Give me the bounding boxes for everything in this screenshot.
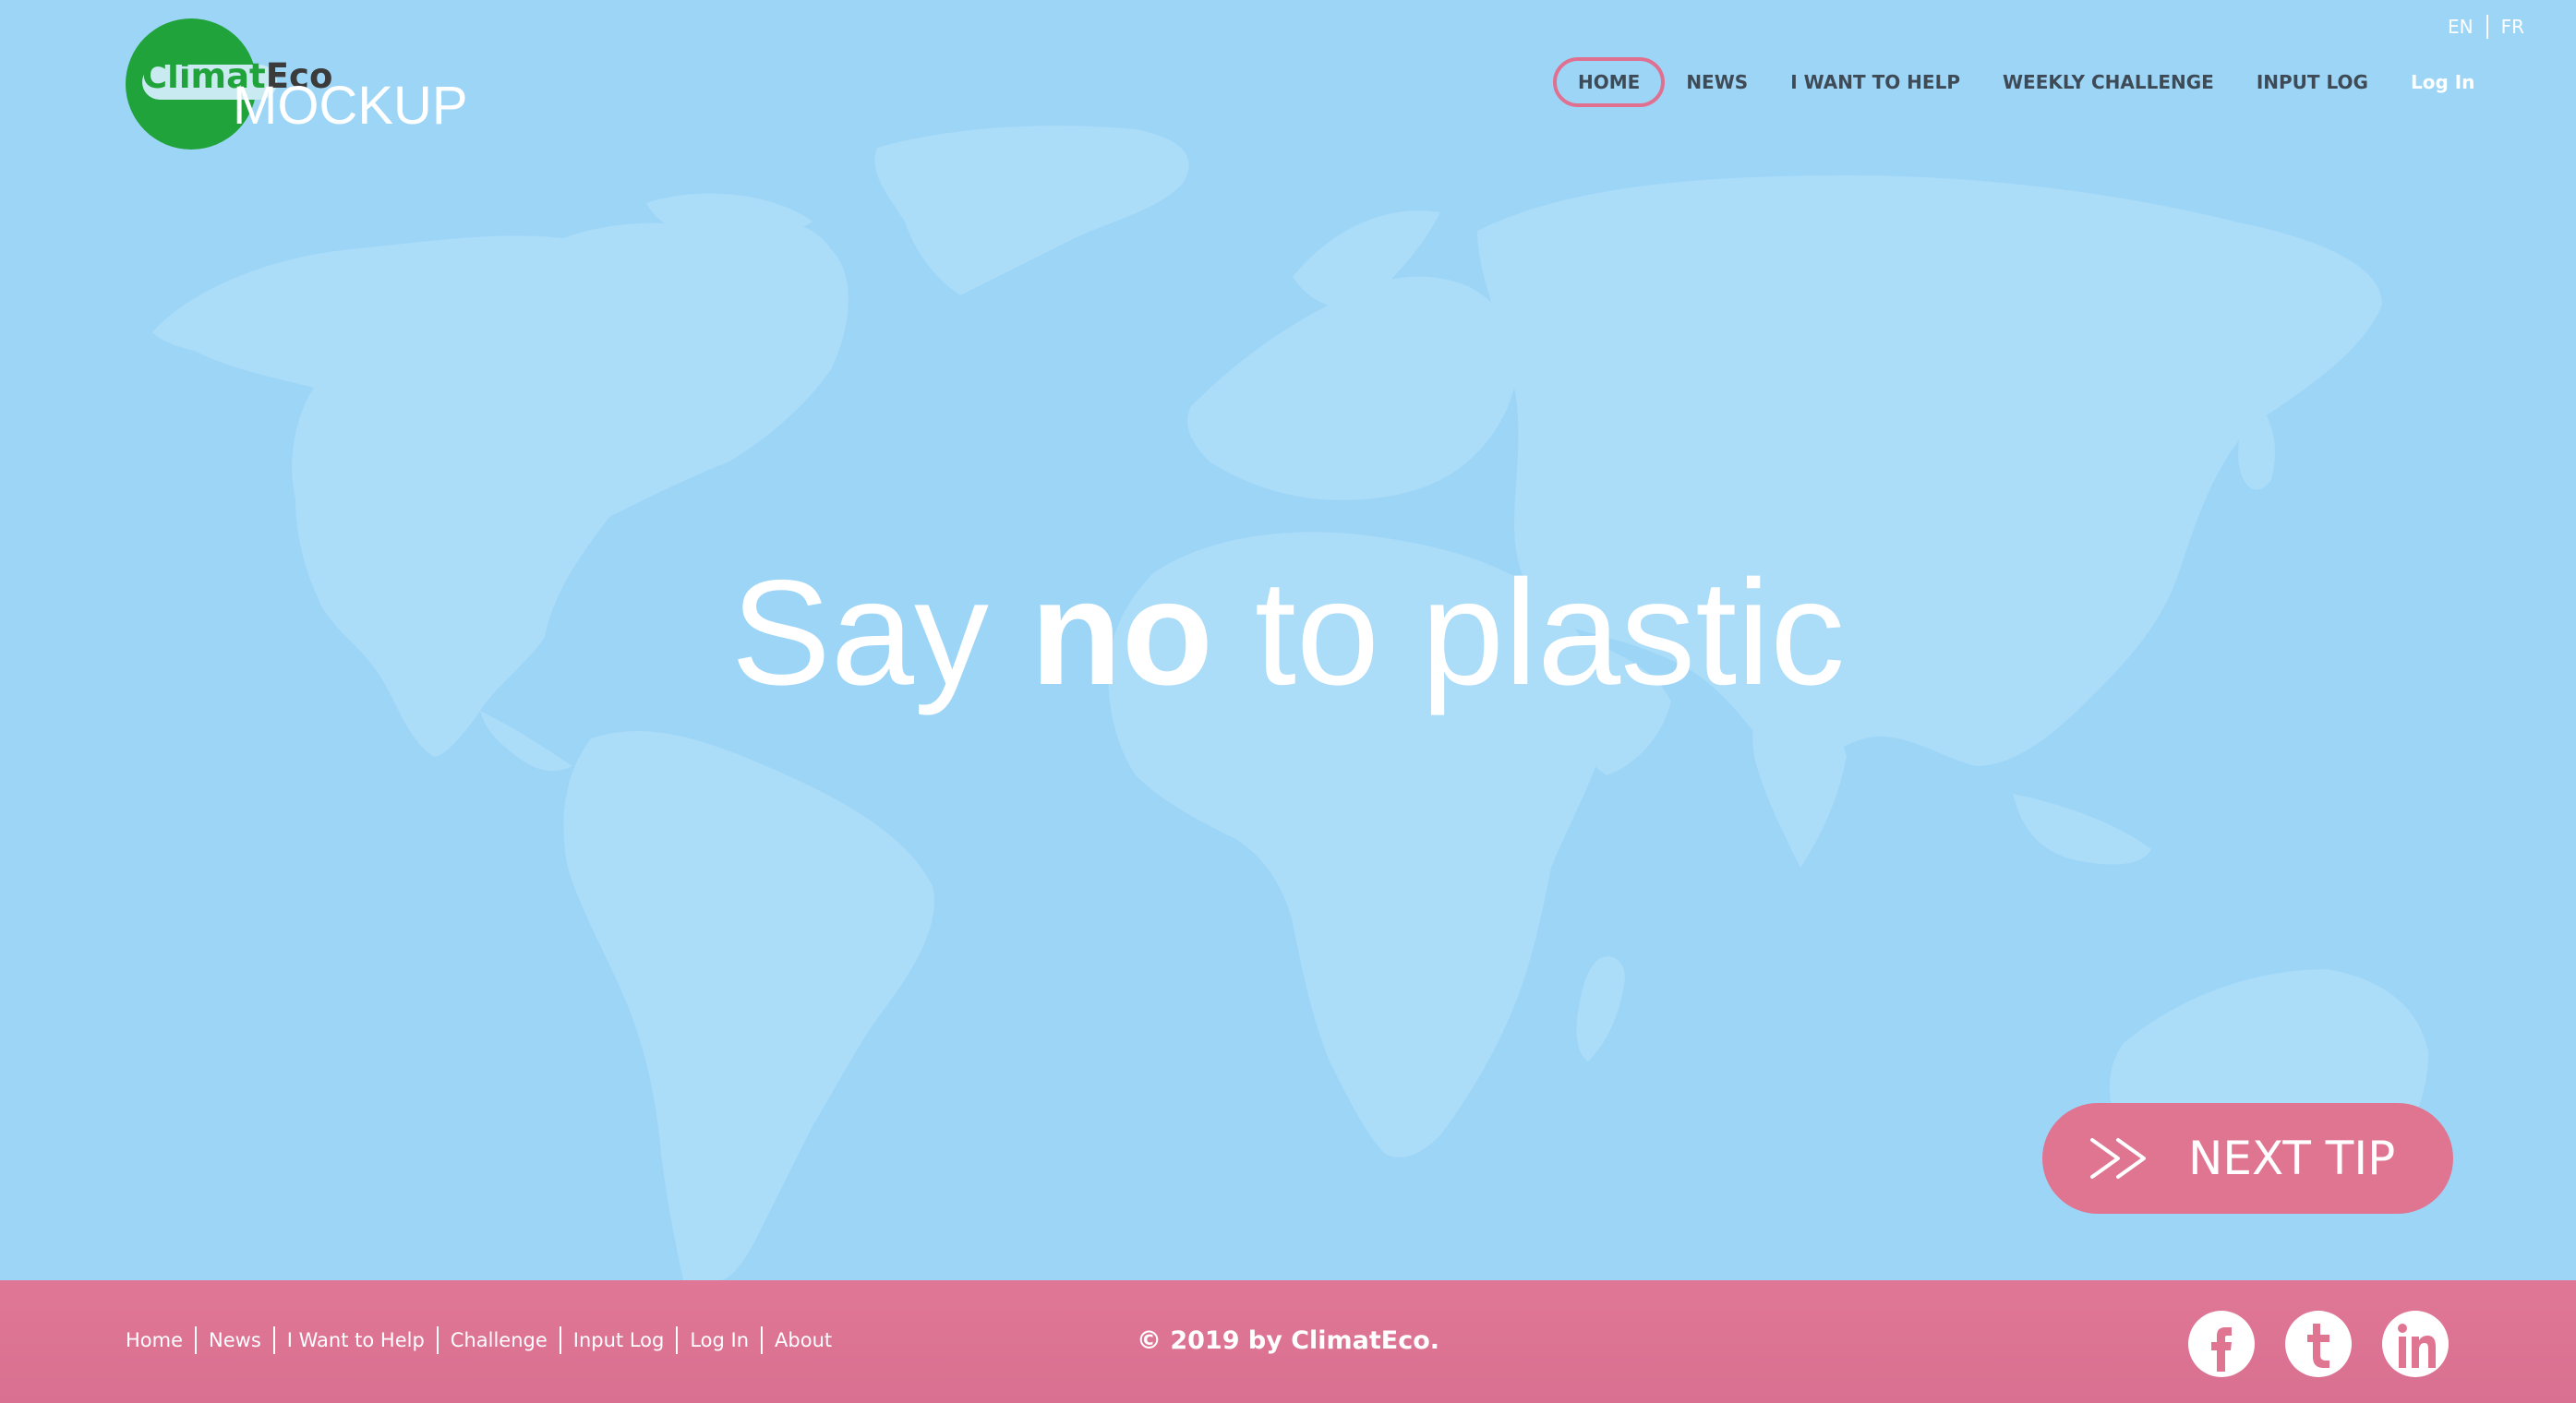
hero-headline: Say no to plastic [0, 558, 2576, 708]
main-nav: HOME NEWS I WANT TO HELP WEEKLY CHALLENG… [1553, 57, 2496, 107]
map-greenland [874, 126, 1189, 295]
hero-section: ClimatEco MOCKUP EN FR HOME NEWS I WANT … [0, 0, 2576, 1280]
nav-item-weekly-challenge[interactable]: WEEKLY CHALLENGE [1981, 57, 2235, 107]
nav-item-i-want-to-help[interactable]: I WANT TO HELP [1769, 57, 1981, 107]
headline-part-2: to plastic [1212, 549, 1846, 716]
lang-fr-link[interactable]: FR [2501, 16, 2524, 38]
site-footer: Home News I Want to Help Challenge Input… [0, 1280, 2576, 1403]
next-tip-button[interactable]: NEXT TIP [2042, 1103, 2453, 1214]
nav-item-log-in[interactable]: Log In [2389, 57, 2496, 107]
headline-part-1: Say [730, 549, 1030, 716]
double-chevron-right-icon [2090, 1138, 2146, 1179]
nav-item-home[interactable]: HOME [1553, 57, 1666, 107]
lang-en-link[interactable]: EN [2448, 16, 2474, 38]
nav-item-news[interactable]: NEWS [1665, 57, 1769, 107]
logo-mockup-overlay: MOCKUP [233, 76, 468, 136]
map-europe [1187, 276, 1517, 500]
language-switcher: EN FR [2448, 15, 2524, 39]
headline-emphasis: no [1029, 549, 1213, 716]
map-central-america [480, 711, 572, 772]
map-south-america [563, 730, 934, 1280]
linkedin-icon[interactable] [2382, 1311, 2449, 1377]
facebook-icon[interactable] [2188, 1311, 2255, 1377]
lang-divider [2486, 15, 2488, 39]
next-tip-label: NEXT TIP [2188, 1132, 2396, 1185]
map-madagascar [1576, 956, 1625, 1061]
nav-item-input-log[interactable]: INPUT LOG [2235, 57, 2389, 107]
brand-logo[interactable]: ClimatEco MOCKUP [126, 18, 476, 150]
twitter-icon[interactable] [2285, 1311, 2352, 1377]
map-indonesia [2013, 794, 2151, 865]
